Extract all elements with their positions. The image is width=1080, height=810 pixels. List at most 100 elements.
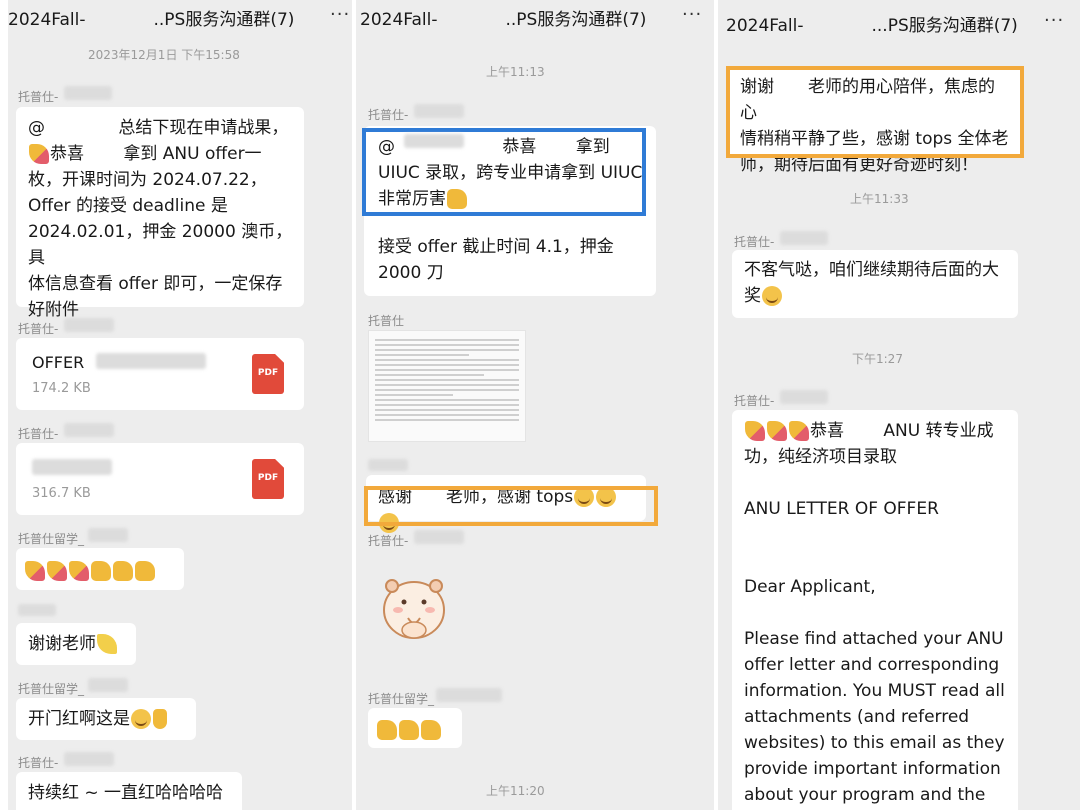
file-name: OFFER bbox=[32, 353, 85, 372]
redacted-mention bbox=[404, 134, 464, 148]
message-line: 枚，开课时间为 2024.07.22， bbox=[28, 170, 267, 190]
redacted-name bbox=[64, 752, 114, 766]
thumbs-up-icon bbox=[91, 561, 111, 581]
redacted-name bbox=[414, 530, 464, 544]
message-line: 恭喜 ANU 转专业成 bbox=[744, 418, 1006, 444]
message-line: information. You MUST read all bbox=[744, 681, 1005, 701]
party-popper-icon bbox=[745, 421, 765, 441]
sender-name: 托普仕- bbox=[734, 235, 775, 249]
chat-panel-2: 2024Fall- ..PS服务沟通群(7) ··· 上午11:13 托普仕- … bbox=[356, 0, 714, 810]
message-bubble[interactable]: 不客气哒，咱们继续期待后面的大 奖 bbox=[732, 250, 1018, 318]
highlight-box bbox=[364, 486, 658, 526]
thumbs-up-icon bbox=[135, 561, 155, 581]
sender-name: 托普仕 bbox=[368, 314, 405, 328]
victory-hand-icon bbox=[153, 709, 167, 729]
thumbs-up-icon bbox=[421, 720, 441, 740]
redacted-name bbox=[88, 528, 128, 542]
redacted-name bbox=[64, 86, 112, 100]
sender-name: 托普仕留学_ bbox=[368, 692, 435, 706]
message-text: 持续红 ~ 一直红哈哈哈哈 bbox=[28, 783, 224, 803]
party-popper-icon bbox=[47, 561, 67, 581]
thinking-face-icon bbox=[131, 709, 151, 729]
redacted-name bbox=[780, 390, 828, 404]
message-text: 开门红啊这是 bbox=[28, 709, 130, 729]
hamster-sticker[interactable] bbox=[380, 570, 448, 648]
redacted-name bbox=[436, 688, 502, 702]
message-line: 接受 offer 截止时间 4.1，押金 bbox=[378, 237, 614, 257]
message-line: Offer 的接受 deadline 是 bbox=[28, 196, 228, 216]
file-message-bubble[interactable]: 316.7 KB PDF bbox=[16, 443, 304, 515]
party-popper-icon bbox=[789, 421, 809, 441]
redacted-name bbox=[64, 318, 114, 332]
message-line: ANU LETTER OF OFFER bbox=[744, 499, 939, 519]
thumbs-up-icon bbox=[399, 720, 419, 740]
emoji-message-bubble[interactable] bbox=[368, 708, 462, 748]
chat-title: 2024Fall- ..PS服务沟通群(7) bbox=[360, 10, 647, 30]
chat-title: 2024Fall- ..PS服务沟通群(7) bbox=[8, 10, 295, 30]
message-bubble[interactable]: 开门红啊这是 bbox=[16, 698, 196, 740]
message-line: 恭喜 拿到 ANU offer一 bbox=[28, 141, 296, 167]
message-timestamp: 2023年12月1日 下午15:58 bbox=[88, 48, 240, 62]
redacted-filename bbox=[96, 353, 206, 369]
message-line: provide important information bbox=[744, 759, 1001, 779]
sender-name: 托普仕留学_ bbox=[18, 682, 85, 696]
thumbs-up-icon bbox=[113, 561, 133, 581]
chat-title: 2024Fall- ...PS服务沟通群(7) bbox=[726, 16, 1018, 36]
banana-icon bbox=[97, 634, 117, 654]
redacted-sender bbox=[368, 459, 408, 471]
message-bubble[interactable]: 恭喜 ANU 转专业成 功，纯经济项目录取 ANU LETTER OF OFFE… bbox=[732, 410, 1018, 810]
message-line: 奖 bbox=[744, 283, 1006, 309]
redacted-name bbox=[64, 423, 114, 437]
message-timestamp: 上午11:33 bbox=[850, 192, 909, 206]
chat-panel-1: 2024Fall- ..PS服务沟通群(7) ··· 2023年12月1日 下午… bbox=[8, 0, 352, 810]
party-popper-icon bbox=[69, 561, 89, 581]
message-text: 谢谢老师 bbox=[28, 634, 96, 654]
pdf-file-icon: PDF bbox=[252, 354, 284, 394]
message-line: 功，纯经济项目录取 bbox=[744, 447, 897, 467]
file-size: 174.2 KB bbox=[32, 381, 91, 396]
party-popper-icon bbox=[29, 144, 49, 164]
message-line: 2024.02.01，押金 20000 澳币，具 bbox=[28, 222, 293, 268]
chat-panel-3: 2024Fall- ...PS服务沟通群(7) ··· 谢谢 老师的用心陪伴，焦… bbox=[718, 0, 1080, 810]
message-line: 体信息查看 offer 即可，一定保存 bbox=[28, 274, 283, 294]
message-timestamp: 下午1:27 bbox=[852, 352, 903, 366]
message-bubble[interactable]: 谢谢老师 bbox=[16, 623, 136, 665]
redacted-name bbox=[88, 678, 128, 692]
message-bubble[interactable]: 持续红 ~ 一直红哈哈哈哈 bbox=[16, 772, 242, 810]
sender-name: 托普仕- bbox=[368, 534, 409, 548]
message-line: 不客气哒，咱们继续期待后面的大 bbox=[744, 260, 999, 280]
emoji-message-bubble[interactable] bbox=[16, 548, 184, 590]
thumbs-up-icon bbox=[377, 720, 397, 740]
redacted-sender bbox=[18, 604, 56, 616]
message-bubble[interactable]: @ 总结下现在申请战果， 恭喜 拿到 ANU offer一 枚，开课时间为 20… bbox=[16, 107, 304, 320]
file-message-bubble[interactable]: OFFER 174.2 KB PDF bbox=[16, 338, 304, 410]
message-timestamp: 上午11:20 bbox=[486, 784, 545, 798]
redacted-filename bbox=[32, 459, 112, 475]
redacted-name bbox=[780, 231, 828, 245]
party-popper-icon bbox=[767, 421, 787, 441]
message-line: offer letter and corresponding bbox=[744, 655, 1000, 675]
sender-name: 托普仕- bbox=[18, 427, 59, 441]
message-line: 2000 刀 bbox=[378, 263, 444, 283]
message-line: attachments (and referred bbox=[744, 707, 970, 727]
sender-name: 托普仕- bbox=[18, 90, 59, 104]
sender-name: 托普仕留学_ bbox=[18, 532, 85, 546]
redacted-name bbox=[414, 104, 464, 118]
file-size: 316.7 KB bbox=[32, 486, 91, 501]
grinning-face-icon bbox=[762, 286, 782, 306]
more-options-icon[interactable]: ··· bbox=[1044, 10, 1064, 31]
more-options-icon[interactable]: ··· bbox=[330, 4, 350, 25]
message-line: Please find attached your ANU bbox=[744, 629, 1004, 649]
sender-name: 托普仕- bbox=[368, 108, 409, 122]
document-image-attachment[interactable] bbox=[368, 330, 526, 442]
sender-name: 托普仕- bbox=[734, 394, 775, 408]
message-line: @ 总结下现在申请战果， bbox=[28, 118, 289, 138]
message-timestamp: 上午11:13 bbox=[486, 65, 545, 79]
highlight-box bbox=[726, 66, 1024, 158]
party-popper-icon bbox=[25, 561, 45, 581]
more-options-icon[interactable]: ··· bbox=[682, 4, 702, 25]
